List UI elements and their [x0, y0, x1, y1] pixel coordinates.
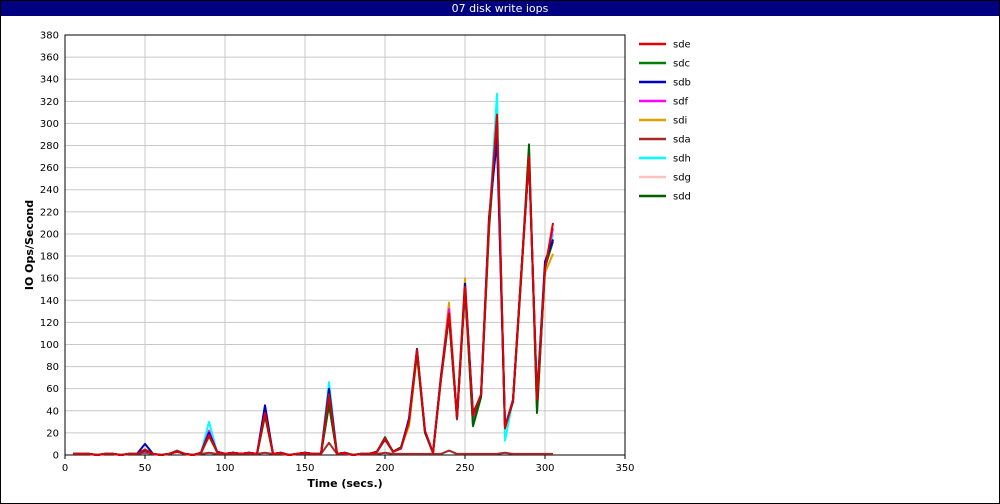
legend-item-sdc: sdc [639, 59, 690, 70]
y-tick-label: 40 [46, 406, 59, 417]
y-tick-label: 60 [46, 384, 59, 395]
y-axis: 0 20 40 60 80 100 120 140 160 180 200 220 240 260 280 3… [40, 31, 59, 462]
x-axis-label: Time (secs.) [307, 477, 382, 490]
legend-label: sdf [673, 97, 689, 108]
y-tick-label: 180 [40, 252, 59, 263]
legend-item-sdi: sdi [639, 116, 687, 127]
x-tick-label: 0 [62, 463, 68, 474]
legend-label: sdc [673, 59, 690, 70]
legend-label: sdg [673, 173, 691, 184]
y-tick-label: 0 [53, 451, 59, 462]
legend-item-sde: sde [639, 40, 691, 51]
x-tick-label: 50 [139, 463, 152, 474]
x-tick-label: 350 [615, 463, 634, 474]
legend-item-sda: sda [639, 135, 691, 146]
y-tick-label: 260 [40, 163, 59, 174]
grid [64, 34, 626, 456]
legend: sde sdc sdb sdf sdi sda sdh sdg sdd [639, 40, 691, 203]
y-tick-label: 380 [40, 31, 59, 42]
x-axis: 0 50 100 150 200 250 300 350 [62, 455, 635, 474]
y-tick-label: 160 [40, 274, 59, 285]
x-tick-label: 100 [215, 463, 234, 474]
y-tick-label: 100 [40, 340, 59, 351]
y-tick-label: 140 [40, 296, 59, 307]
y-tick-label: 300 [40, 119, 59, 130]
y-tick-label: 240 [40, 185, 59, 196]
x-tick-label: 200 [375, 463, 394, 474]
legend-item-sdg: sdg [639, 173, 691, 184]
x-tick-label: 300 [535, 463, 554, 474]
x-tick-label: 150 [295, 463, 314, 474]
x-tick-label: 250 [455, 463, 474, 474]
legend-item-sdd: sdd [639, 192, 691, 203]
y-tick-label: 20 [46, 428, 59, 439]
legend-label: sde [673, 40, 691, 51]
legend-label: sdi [673, 116, 687, 127]
legend-item-sdf: sdf [639, 97, 689, 108]
y-tick-label: 360 [40, 53, 59, 64]
y-tick-label: 120 [40, 318, 59, 329]
y-axis-label: IO Ops/Second [23, 200, 36, 290]
legend-label: sdh [673, 154, 691, 165]
legend-label: sdb [673, 78, 691, 89]
legend-item-sdb: sdb [639, 78, 691, 89]
legend-item-sdh: sdh [639, 154, 691, 165]
y-tick-label: 320 [40, 97, 59, 108]
y-tick-label: 200 [40, 229, 59, 240]
y-tick-label: 80 [46, 362, 59, 373]
plot-area [64, 34, 626, 456]
y-tick-label: 340 [40, 75, 59, 86]
y-tick-label: 280 [40, 141, 59, 152]
legend-label: sda [673, 135, 691, 146]
y-tick-label: 220 [40, 207, 59, 218]
chart-canvas: 0 20 40 60 80 100 120 140 160 180 200 220 240 260 280 3… [23, 31, 691, 491]
legend-label: sdd [673, 192, 691, 203]
